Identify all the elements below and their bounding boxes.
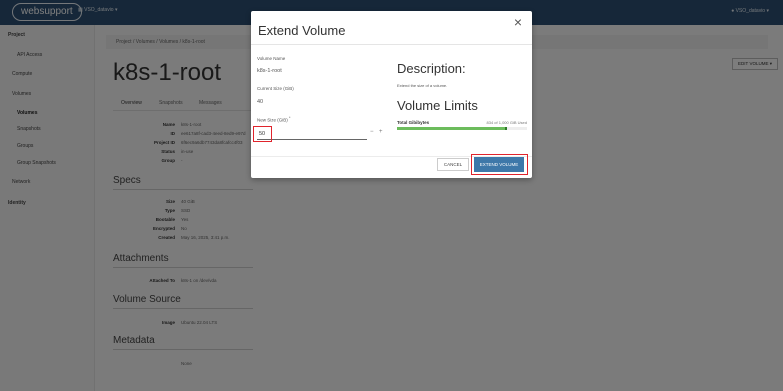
divider bbox=[251, 44, 532, 45]
quota-new-fill bbox=[505, 127, 507, 130]
quota-value: 834 of 1,000 GiB Used bbox=[486, 120, 527, 125]
modal-title: Extend Volume bbox=[258, 23, 346, 38]
quota-progress-bar bbox=[397, 127, 527, 130]
quota-label: Total Gibibytes bbox=[397, 120, 430, 125]
current-size-value: 40 bbox=[257, 99, 264, 105]
decrement-icon[interactable]: − bbox=[370, 129, 374, 135]
volume-name-value: k8s-1-root bbox=[257, 68, 282, 74]
increment-icon[interactable]: + bbox=[379, 129, 383, 135]
quota-used-fill bbox=[397, 127, 506, 130]
extend-button-highlight bbox=[471, 154, 528, 175]
cancel-button[interactable]: CANCEL bbox=[437, 158, 469, 171]
current-size-label: Current Size (GiB) bbox=[257, 86, 294, 91]
new-size-label-text: New Size (GiB) bbox=[257, 117, 288, 123]
new-size-input[interactable]: 50 bbox=[257, 129, 367, 140]
volume-limits-heading: Volume Limits bbox=[397, 98, 478, 113]
description-heading: Description: bbox=[397, 61, 466, 76]
description-text: Extend the size of a volume. bbox=[397, 83, 448, 88]
new-size-highlight bbox=[253, 126, 272, 142]
required-marker: * bbox=[289, 116, 291, 120]
new-size-label: New Size (GiB) * bbox=[257, 116, 291, 123]
extend-volume-modal: Extend Volume × Volume Name k8s-1-root C… bbox=[251, 11, 532, 178]
volume-name-label: Volume Name bbox=[257, 56, 286, 61]
close-icon[interactable]: × bbox=[514, 15, 522, 29]
